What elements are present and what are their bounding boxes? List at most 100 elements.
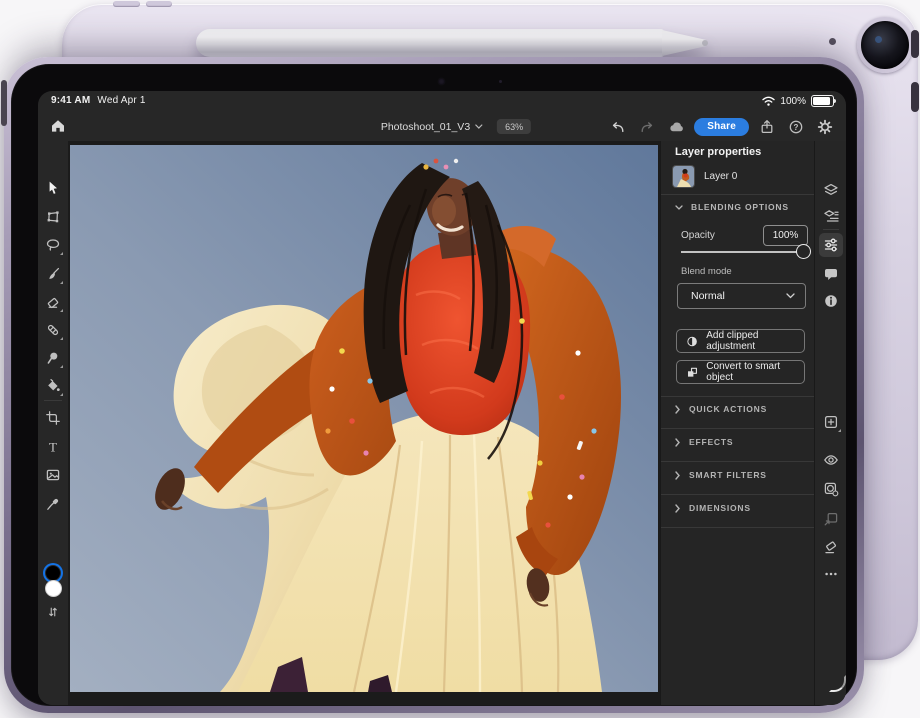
tool-fill[interactable]: [41, 374, 65, 398]
tool-move[interactable]: [41, 176, 65, 200]
more-options-button[interactable]: [819, 562, 843, 586]
add-clipped-adjustment-button[interactable]: Add clipped adjustment: [676, 329, 805, 353]
tool-brush[interactable]: [41, 262, 65, 286]
tool-type[interactable]: T: [41, 435, 65, 459]
help-button[interactable]: ?: [785, 116, 807, 138]
tool-eyedropper[interactable]: [41, 492, 65, 516]
visibility-eye-icon: [823, 452, 839, 468]
front-side-button: [1, 80, 7, 126]
tool-place-photo[interactable]: [41, 463, 65, 487]
divider: [661, 527, 815, 528]
adjustments-panel-button[interactable]: [819, 233, 843, 257]
top-toolbar: Photoshoot_01_V3 63%: [38, 112, 846, 142]
flatten-button[interactable]: [819, 535, 843, 559]
tool-eraser[interactable]: [41, 290, 65, 314]
battery-icon: [811, 95, 834, 107]
visibility-button[interactable]: [819, 448, 843, 472]
front-camera: [438, 78, 445, 85]
layers-icon: [823, 182, 839, 198]
divider: [661, 461, 815, 462]
redo-button[interactable]: [636, 116, 658, 138]
comments-button[interactable]: [819, 262, 843, 286]
comment-bubble-icon: [823, 266, 839, 282]
adjustments-icon: [823, 237, 839, 253]
chevron-right-icon: [675, 438, 680, 447]
tool-crop[interactable]: [41, 406, 65, 430]
divider: [661, 428, 815, 429]
battery-percent: 100%: [780, 96, 806, 107]
settings-button[interactable]: [814, 116, 836, 138]
back-volume-button: [146, 1, 172, 7]
clip-layer-button[interactable]: [819, 507, 843, 531]
layer-row[interactable]: Layer 0: [673, 165, 805, 187]
status-time: 9:41 AM: [51, 95, 90, 106]
opacity-value[interactable]: 100%: [763, 225, 808, 246]
place-photo-tool-icon: [45, 467, 61, 483]
layer-properties-button[interactable]: [819, 204, 843, 228]
home-button[interactable]: [47, 115, 69, 137]
eraser-tool-icon: [45, 294, 61, 310]
tool-healing-brush[interactable]: [41, 318, 65, 342]
back-side-button: [911, 82, 919, 112]
front-sensor-dot: [499, 80, 502, 83]
strip-divider: [823, 229, 839, 230]
redo-icon: [639, 119, 655, 135]
back-volume-button: [113, 1, 140, 7]
tool-lasso[interactable]: [41, 233, 65, 257]
zoom-level-badge[interactable]: 63%: [497, 119, 531, 134]
chevron-down-icon: [675, 205, 683, 210]
tool-swap-colors[interactable]: [41, 600, 65, 624]
help-icon: ?: [788, 119, 804, 135]
type-tool-icon: T: [49, 440, 57, 455]
document-title: Photoshoot_01_V3: [381, 121, 470, 133]
status-indicators: 100%: [762, 95, 834, 107]
layer-name: Layer 0: [704, 171, 737, 182]
section-label: EFFECTS: [689, 437, 733, 447]
tool-rail-divider: [44, 400, 62, 401]
convert-to-smart-object-button[interactable]: Convert to smart object: [676, 360, 805, 384]
foreground-color-swatch[interactable]: [45, 565, 61, 581]
section-quick-actions[interactable]: QUICK ACTIONS: [675, 402, 767, 416]
transform-tool-icon: [45, 209, 61, 225]
blend-mode-dropdown[interactable]: Normal: [677, 283, 806, 309]
export-icon: [759, 119, 775, 135]
section-effects[interactable]: EFFECTS: [675, 435, 733, 449]
apple-pencil-point: [702, 40, 708, 46]
settings-gear-icon: [817, 119, 833, 135]
divider: [661, 494, 815, 495]
section-smart-filters[interactable]: SMART FILTERS: [675, 468, 767, 482]
section-label: QUICK ACTIONS: [689, 404, 767, 414]
fill-tool-icon: [45, 378, 61, 394]
toolbar-right-actions: Share ?: [607, 112, 836, 141]
rear-camera-lens: [857, 17, 913, 73]
document-canvas[interactable]: [68, 141, 660, 705]
tool-clone-stamp[interactable]: [41, 346, 65, 370]
layers-panel-button[interactable]: [819, 178, 843, 202]
healing-brush-tool-icon: [45, 322, 61, 338]
add-layer-button[interactable]: [819, 410, 843, 434]
back-side-button: [911, 30, 919, 58]
background-color-swatch[interactable]: [45, 580, 62, 597]
panel-icon-strip: [814, 141, 846, 705]
blending-options-header[interactable]: BLENDING OPTIONS: [675, 202, 789, 212]
cloud-sync-button[interactable]: [665, 116, 687, 138]
add-mask-icon: [823, 481, 839, 497]
ipad-bezel: 9:41 AMWed Apr 1 100%: [11, 64, 857, 706]
status-time-date: 9:41 AMWed Apr 1: [51, 95, 146, 106]
undo-button[interactable]: [607, 116, 629, 138]
crop-tool-icon: [45, 410, 61, 426]
section-dimensions[interactable]: DIMENSIONS: [675, 501, 751, 515]
opacity-slider-track[interactable]: [681, 251, 806, 253]
swap-colors-icon: [46, 605, 60, 619]
share-button[interactable]: Share: [694, 118, 749, 136]
tool-transform[interactable]: [41, 205, 65, 229]
add-mask-button[interactable]: [819, 477, 843, 501]
apple-pencil-body: [196, 29, 664, 57]
apple-pencil-tip: [662, 30, 706, 56]
info-button[interactable]: [819, 289, 843, 313]
photoshop-app-screen: 9:41 AMWed Apr 1 100%: [38, 91, 846, 705]
undo-icon: [610, 119, 626, 135]
document-title-group[interactable]: Photoshoot_01_V3 63%: [381, 112, 531, 141]
opacity-slider-knob[interactable]: [796, 244, 811, 259]
export-button[interactable]: [756, 116, 778, 138]
